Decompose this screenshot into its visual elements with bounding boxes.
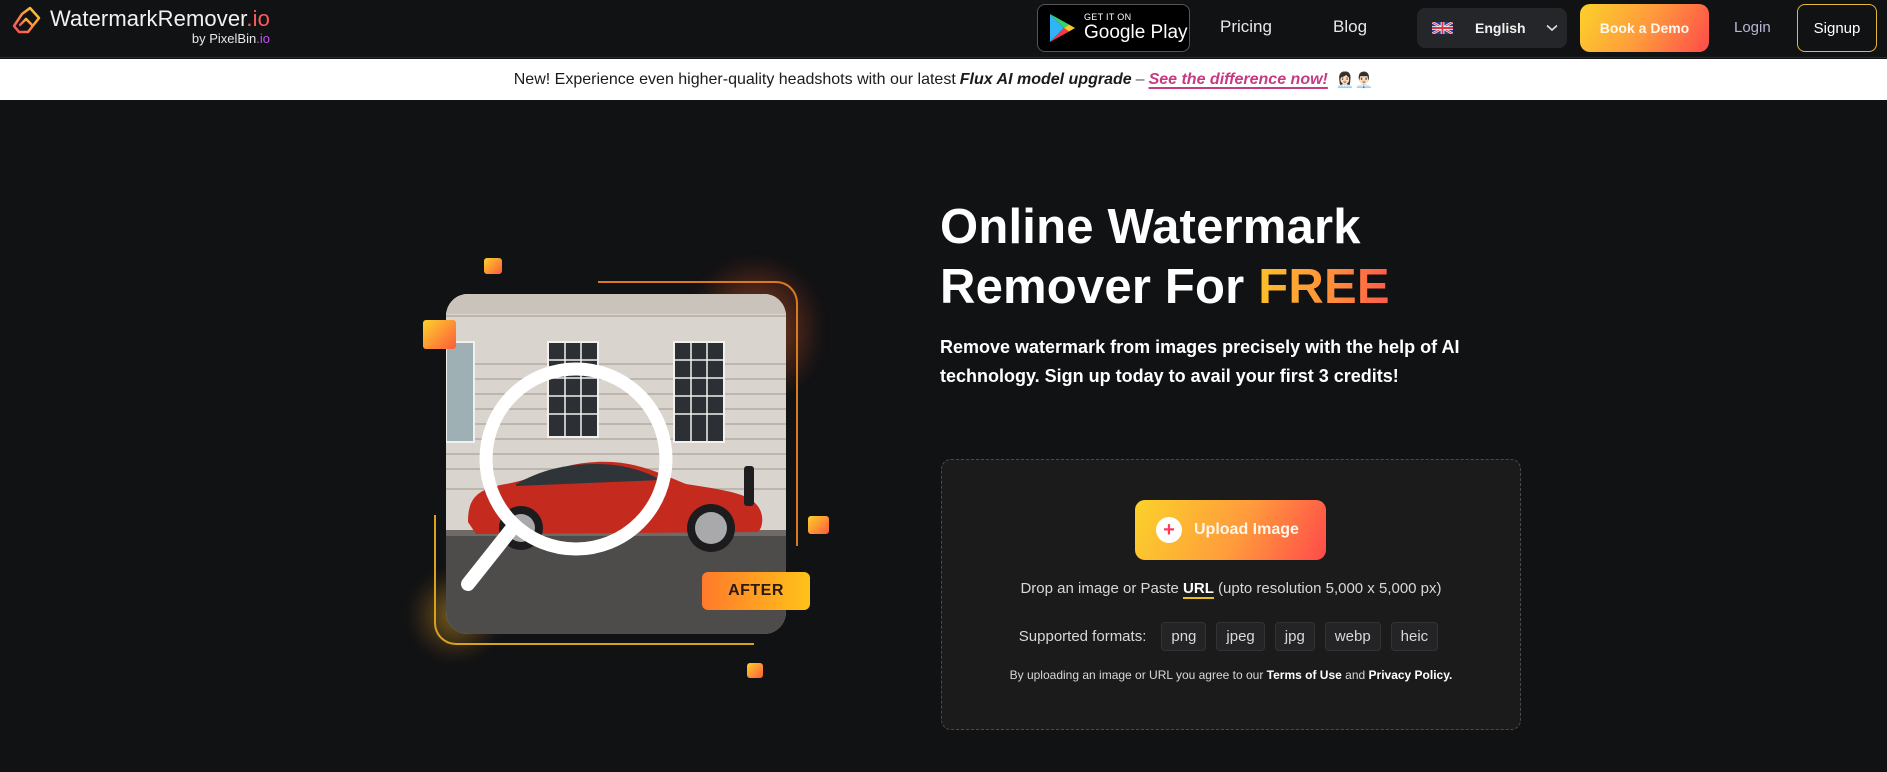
book-demo-button[interactable]: Book a Demo xyxy=(1580,4,1709,52)
hero-title-line1: Online Watermark xyxy=(940,200,1361,254)
logo-title: WatermarkRemover xyxy=(50,6,247,31)
drop-instructions: Drop an image or Paste URL (upto resolut… xyxy=(942,580,1520,599)
decor-square xyxy=(747,663,763,678)
hero-title: Online Watermark Remover For FREE xyxy=(940,197,1390,317)
banner-dash: – xyxy=(1135,70,1145,88)
google-play-big-text: Google Play xyxy=(1084,22,1188,43)
see-difference-link[interactable]: See the difference now! xyxy=(1149,71,1328,89)
plus-icon: + xyxy=(1156,517,1182,543)
format-chip: heic xyxy=(1390,622,1439,651)
format-chip: jpeg xyxy=(1216,622,1265,651)
chevron-down-icon xyxy=(1546,24,1558,32)
formats-label: Supported formats: xyxy=(1018,628,1147,645)
announcement-banner: New! Experience even higher-quality head… xyxy=(0,59,1887,100)
login-link[interactable]: Login xyxy=(1734,19,1771,36)
language-selector[interactable]: English xyxy=(1417,8,1567,48)
google-play-icon xyxy=(1050,14,1075,42)
legal-notice: By uploading an image or URL you agree t… xyxy=(942,668,1520,682)
logo[interactable]: WatermarkRemover.io by PixelBin.io xyxy=(6,6,270,46)
terms-of-use-link[interactable]: Terms of Use xyxy=(1267,668,1342,682)
drop-text-prefix: Drop an image or Paste xyxy=(1020,580,1184,597)
google-play-small-text: GET IT ON xyxy=(1084,12,1132,22)
upload-image-button[interactable]: + Upload Image xyxy=(1135,500,1326,560)
upload-dropzone[interactable]: + Upload Image Drop an image or Paste UR… xyxy=(941,459,1521,730)
decor-square xyxy=(808,516,829,534)
banner-text: New! Experience even higher-quality head… xyxy=(513,70,956,88)
hero-title-highlight: FREE xyxy=(1258,260,1390,314)
upload-image-label: Upload Image xyxy=(1194,521,1299,538)
format-chip: jpg xyxy=(1274,622,1315,651)
logo-subtitle-suffix: .io xyxy=(256,31,270,46)
logo-title-suffix: .io xyxy=(246,6,270,31)
format-chip: webp xyxy=(1324,622,1381,651)
top-nav: WatermarkRemover.io by PixelBin.io GET I… xyxy=(0,0,1887,58)
legal-and: and xyxy=(1341,668,1369,682)
hero-illustration: AFTER xyxy=(410,250,840,690)
eraser-logo-icon xyxy=(10,6,41,37)
format-chip: png xyxy=(1161,622,1207,651)
language-label: English xyxy=(1475,20,1526,36)
nav-pricing[interactable]: Pricing xyxy=(1220,17,1272,37)
banner-bold-text: Flux AI model upgrade xyxy=(959,70,1132,88)
drop-text-suffix: (upto resolution 5,000 x 5,000 px) xyxy=(1213,580,1442,597)
supported-formats: Supported formats: png jpeg jpg webp hei… xyxy=(942,622,1520,651)
legal-prefix: By uploading an image or URL you agree t… xyxy=(1009,668,1267,682)
paste-url-link[interactable]: URL xyxy=(1183,580,1214,599)
headshot-emoji-icon: 👩🏻‍💼👨🏻‍💼 xyxy=(1335,71,1374,89)
uk-flag-icon xyxy=(1432,22,1453,34)
nav-blog[interactable]: Blog xyxy=(1333,17,1367,37)
privacy-policy-link[interactable]: Privacy Policy. xyxy=(1369,668,1453,682)
signup-button[interactable]: Signup xyxy=(1797,4,1877,52)
hero-subtitle: Remove watermark from images precisely w… xyxy=(940,337,1460,386)
google-play-button[interactable]: GET IT ON Google Play xyxy=(1037,4,1190,52)
decor-square xyxy=(484,258,502,274)
logo-subtitle: by PixelBin xyxy=(191,31,257,46)
hero-title-line2: Remover For xyxy=(940,260,1259,314)
after-badge: AFTER xyxy=(702,572,810,610)
decor-square xyxy=(423,320,456,349)
